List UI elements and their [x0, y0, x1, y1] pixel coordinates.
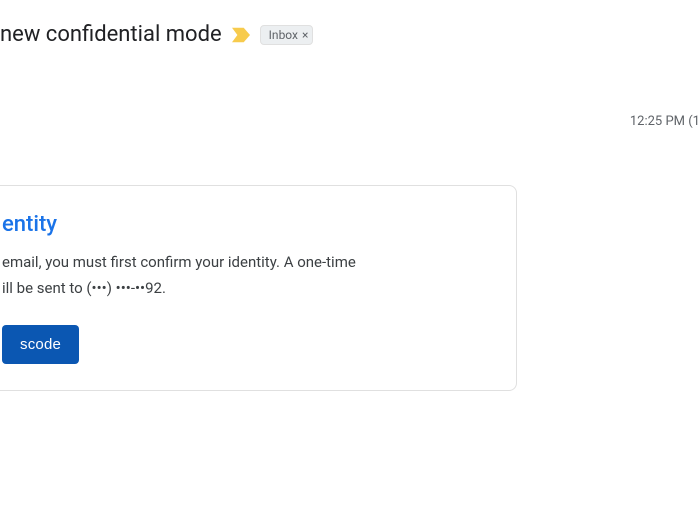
label-chip-inbox[interactable]: Inbox × — [260, 25, 314, 45]
card-title: entity — [2, 212, 490, 237]
confidential-card: entity email, you must first confirm you… — [0, 185, 517, 391]
importance-marker-icon[interactable] — [232, 26, 250, 44]
label-chip-text: Inbox — [269, 27, 298, 43]
card-body-line1: email, you must first confirm your ident… — [2, 253, 356, 271]
label-chip-remove-icon[interactable]: × — [302, 29, 308, 41]
email-timestamp: 12:25 PM (1 — [630, 114, 700, 129]
send-passcode-button[interactable]: scode — [2, 325, 79, 364]
subject-row: new confidential mode Inbox × — [0, 22, 313, 47]
card-body-text: email, you must first confirm your ident… — [2, 249, 490, 301]
card-body-line2: ill be sent to (•••) •••-••92. — [2, 279, 166, 297]
email-subject: new confidential mode — [0, 22, 222, 47]
